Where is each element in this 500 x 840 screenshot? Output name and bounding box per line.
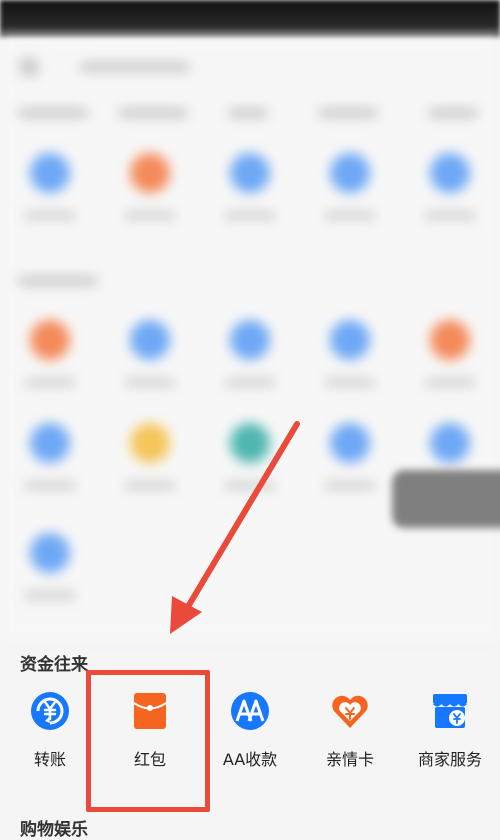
funds-item-label: AA收款 [222, 750, 278, 769]
funds-item-label: 亲情卡 [325, 750, 374, 769]
merchant-store-icon [429, 690, 471, 732]
heart-card-icon [329, 690, 371, 732]
funds-item-label: 转账 [33, 750, 66, 769]
section-title-shopping: 购物娱乐 [20, 820, 88, 840]
funds-item-family-card[interactable]: 亲情卡 [300, 690, 400, 780]
funds-row: 转账 红包 AA收款 亲情卡 商家服务 [0, 690, 500, 780]
status-bar [0, 0, 500, 38]
funds-item-label: 商家服务 [417, 750, 482, 769]
aa-collect-icon [229, 690, 271, 732]
yuan-transfer-icon [29, 690, 71, 732]
floating-action-tab[interactable] [392, 470, 500, 528]
funds-item-merchant[interactable]: 商家服务 [400, 690, 500, 780]
funds-item-aa-collect[interactable]: AA收款 [200, 690, 300, 780]
funds-item-transfer[interactable]: 转账 [0, 690, 100, 780]
highlight-box-red-packet [86, 670, 210, 812]
section-title-funds: 资金往来 [20, 655, 88, 675]
blurred-app-grid [0, 38, 500, 638]
